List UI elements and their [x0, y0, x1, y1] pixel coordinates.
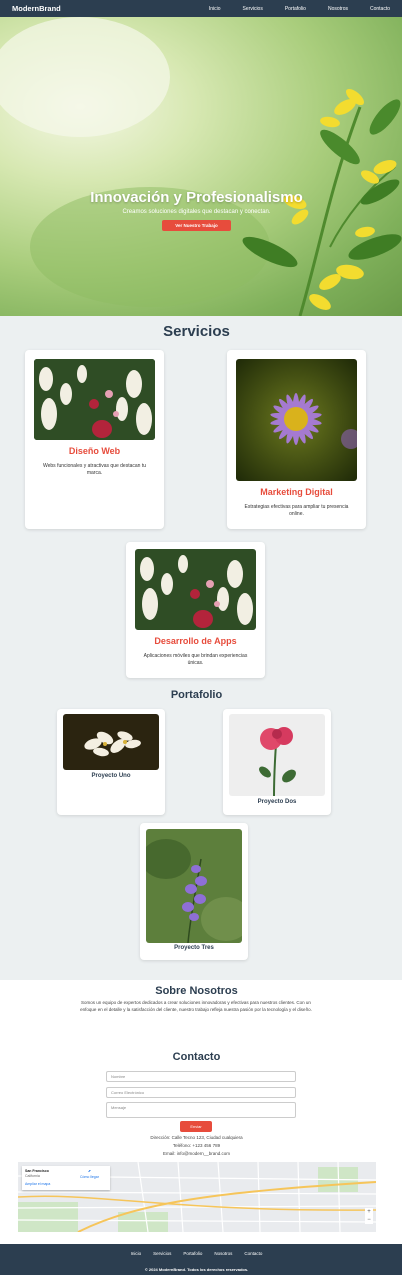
map-place: San Francisco: [25, 1169, 49, 1173]
service-image-marketing: [236, 359, 357, 481]
name-input[interactable]: Nombre: [106, 1071, 296, 1082]
map-info-box: San Francisco California Ampliar el mapa…: [22, 1166, 110, 1190]
hero-subtitle: Creamos soluciones digitales que destaca…: [122, 209, 271, 215]
service-desc-web: Webs funcionales y atractivas que destac…: [42, 463, 147, 476]
about-title: Sobre Nosotros: [155, 985, 238, 997]
contact-phone: Teléfono: +123 456 789: [172, 1143, 221, 1148]
services-title: Servicios: [163, 323, 230, 340]
nav-link-inicio[interactable]: Inicio: [209, 6, 221, 12]
service-desc-marketing: Estrategias efectivas para ampliar tu pr…: [244, 504, 349, 517]
service-image-apps: [135, 549, 256, 630]
zoom-in-icon[interactable]: +: [365, 1208, 373, 1216]
service-card-apps[interactable]: Desarrollo de Apps Aplicaciones móviles …: [126, 542, 265, 678]
map-directions-link[interactable]: Cómo llegar: [80, 1175, 99, 1179]
map-zoom-controls[interactable]: + −: [365, 1208, 373, 1224]
portfolio-title-one: Proyecto Uno: [91, 773, 131, 779]
portfolio-card-one[interactable]: Proyecto Uno: [57, 709, 165, 815]
portfolio-title: Portafolio: [170, 689, 223, 701]
portfolio-card-two[interactable]: Proyecto Dos: [223, 709, 331, 815]
portfolio-section: Portafolio Proyecto Uno Proyecto Dos Pro…: [0, 688, 402, 980]
service-card-marketing[interactable]: Marketing Digital Estrategias efectivas …: [227, 350, 366, 529]
service-title-web: Diseño Web: [68, 446, 121, 456]
portfolio-card-three[interactable]: Proyecto Tres: [140, 823, 248, 960]
embedded-map[interactable]: San Francisco California Ampliar el mapa…: [18, 1162, 376, 1232]
footer: Inicio Servicios Portafolio Nosotros Con…: [0, 1244, 402, 1275]
service-image-web: [34, 359, 155, 440]
map-region: California: [25, 1174, 40, 1178]
portfolio-image-two: [229, 714, 325, 796]
nav-link-portafolio[interactable]: Portafolio: [285, 6, 306, 12]
hero-flower-image: [0, 17, 402, 316]
portfolio-image-one: [63, 714, 159, 770]
service-desc-apps: Aplicaciones móviles que brindan experie…: [143, 653, 248, 666]
send-button[interactable]: Enviar: [180, 1121, 212, 1132]
hero-cta-button[interactable]: Ver Nuestro Trabajo: [162, 220, 231, 231]
navbar: ModernBrand Inicio Servicios Portafolio …: [0, 0, 402, 17]
footer-link-contacto[interactable]: Contacto: [244, 1251, 262, 1256]
footer-copyright: © 2024 ModernBrand. Todos los derechos r…: [144, 1267, 249, 1272]
nav-menu: Inicio Servicios Portafolio Nosotros Con…: [209, 6, 390, 12]
nav-link-contacto[interactable]: Contacto: [370, 6, 390, 12]
portfolio-title-three: Proyecto Tres: [174, 945, 214, 951]
service-title-apps: Desarrollo de Apps: [154, 636, 237, 646]
message-textarea[interactable]: Mensaje: [106, 1102, 296, 1118]
footer-link-nosotros[interactable]: Nosotros: [214, 1251, 232, 1256]
zoom-out-icon[interactable]: −: [365, 1216, 373, 1224]
about-text: Somos un equipo de expertos dedicados a …: [80, 1000, 312, 1012]
contact-address: Dirección: Calle Tecno 123, Ciudad cualq…: [150, 1135, 243, 1140]
service-card-web[interactable]: Diseño Web Webs funcionales y atractivas…: [25, 350, 164, 529]
portfolio-image-three: [146, 829, 242, 943]
services-section: Servicios Diseño Web Webs funcionales y …: [0, 316, 402, 688]
map-enlarge-link[interactable]: Ampliar el mapa: [25, 1182, 50, 1186]
directions-icon[interactable]: ⬈: [88, 1169, 91, 1173]
contact-title: Contacto: [172, 1051, 221, 1063]
nav-link-nosotros[interactable]: Nosotros: [328, 6, 348, 12]
footer-link-portafolio[interactable]: Portafolio: [183, 1251, 202, 1256]
nav-link-servicios[interactable]: Servicios: [243, 6, 263, 12]
brand-logo[interactable]: ModernBrand: [12, 4, 61, 13]
footer-menu: Inicio Servicios Portafolio Nosotros Con…: [0, 1251, 393, 1256]
footer-link-inicio[interactable]: Inicio: [131, 1251, 142, 1256]
footer-link-servicios[interactable]: Servicios: [153, 1251, 171, 1256]
hero-title: Innovación y Profesionalismo: [90, 189, 303, 206]
portfolio-title-two: Proyecto Dos: [257, 799, 297, 805]
contact-email[interactable]: Email: info@modern__brand.com: [0, 1151, 393, 1156]
email-input[interactable]: Correo Electrónico: [106, 1087, 296, 1098]
service-title-marketing: Marketing Digital: [260, 487, 333, 497]
hero-section: Innovación y Profesionalismo Creamos sol…: [0, 17, 402, 316]
